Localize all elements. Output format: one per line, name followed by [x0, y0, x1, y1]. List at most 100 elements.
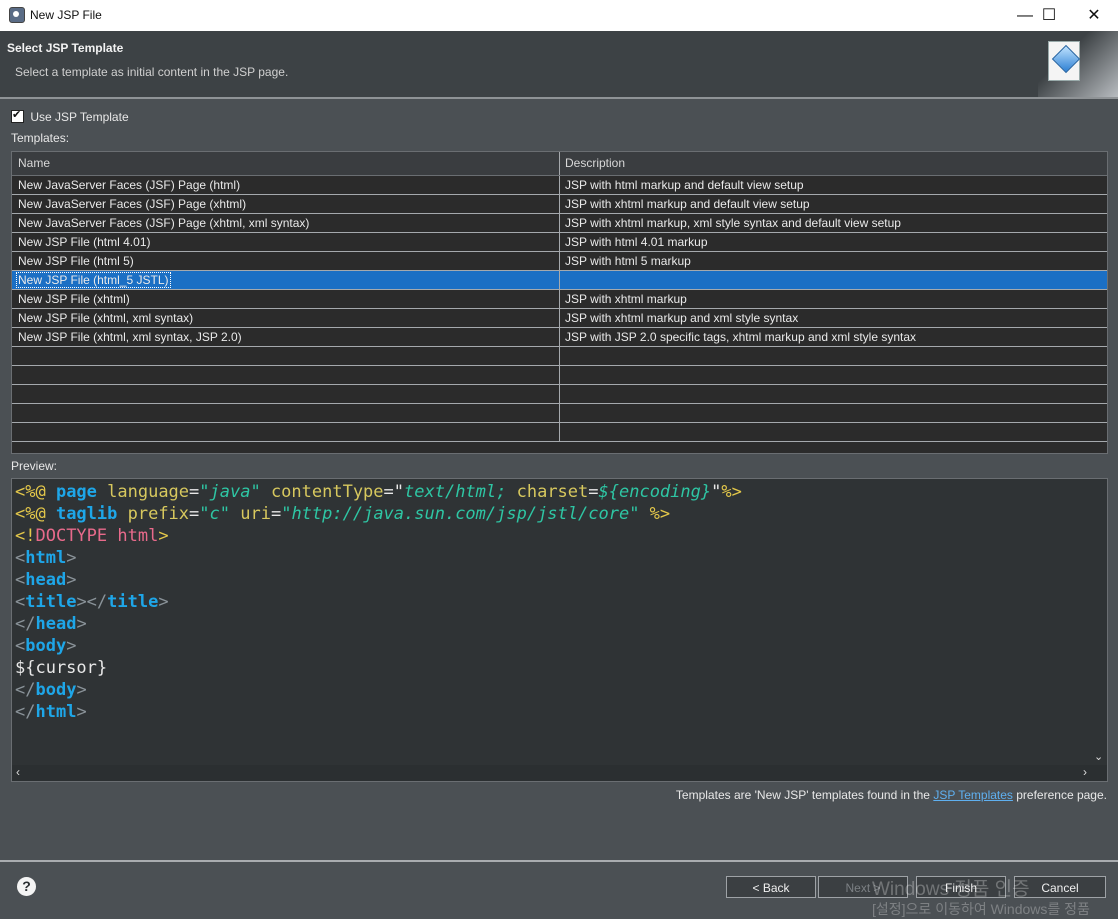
code-token: html — [117, 526, 159, 546]
preview-code: <%@ page language="java" contentType="te… — [15, 481, 742, 723]
horizontal-scrollbar[interactable]: ‹ › — [12, 765, 1107, 781]
code-token: = — [189, 504, 200, 524]
activation-watermark-title: Windows 정품 인증 — [872, 879, 1030, 900]
template-description-cell: JSP with xhtml markup, xml style syntax … — [565, 216, 901, 230]
code-token: = — [189, 482, 200, 502]
code-line: <title></title> — [15, 591, 742, 613]
code-line: <body> — [15, 635, 742, 657]
table-row[interactable]: New JavaServer Faces (JSF) Page (html) JS… — [12, 176, 1107, 195]
code-token: = — [270, 504, 282, 524]
table-row[interactable]: New JSP File (html_5 JSTL) — [12, 271, 1107, 290]
code-token: %> — [649, 504, 671, 524]
template-description-cell: JSP with xhtml markup and xml style synt… — [565, 311, 799, 325]
column-header-description[interactable]: Description — [565, 156, 625, 170]
code-token: > — [76, 702, 87, 722]
code-line: ${cursor} — [15, 657, 742, 679]
code-token: < — [15, 570, 26, 590]
code-token: charset — [516, 482, 589, 502]
code-token: <%@ — [15, 482, 56, 502]
code-token: "http://java.sun.com/jsp/jstl/core" — [281, 504, 650, 524]
wizard-banner-icon — [1038, 31, 1118, 97]
code-line: </body> — [15, 679, 742, 701]
use-template-label[interactable]: Use JSP Template — [30, 110, 128, 124]
code-token: <%@ — [15, 504, 56, 524]
code-token: %> — [721, 482, 742, 502]
code-line: <head> — [15, 569, 742, 591]
column-divider — [559, 385, 560, 403]
use-template-checkbox[interactable] — [11, 108, 24, 124]
table-row[interactable]: New JSP File (html 4.01) JSP with html 4.… — [12, 233, 1107, 252]
scroll-left-icon[interactable]: ‹ — [16, 765, 20, 779]
code-line: <html> — [15, 547, 742, 569]
code-token: html — [35, 702, 77, 722]
scroll-right-icon[interactable]: › — [1083, 765, 1087, 779]
code-token: ${cursor} — [15, 658, 108, 678]
column-divider — [559, 347, 560, 365]
code-line: </html> — [15, 701, 742, 723]
column-header-name[interactable]: Name — [18, 156, 50, 170]
templates-footer-note: Templates are 'New JSP' templates found … — [676, 788, 1107, 802]
vertical-scrollbar[interactable]: ⌄ — [1091, 479, 1107, 765]
jsp-templates-link[interactable]: JSP Templates — [933, 788, 1013, 802]
preview-pane[interactable]: <%@ page language="java" contentType="te… — [11, 478, 1108, 782]
window-title: New JSP File — [30, 8, 102, 22]
scroll-down-icon[interactable]: ⌄ — [1094, 750, 1103, 763]
code-token: "java" — [199, 482, 271, 502]
code-token: language — [107, 482, 190, 502]
page-title: Select JSP Template — [7, 41, 124, 55]
column-divider — [559, 404, 560, 422]
template-name-cell: New JSP File (html 4.01) — [18, 235, 151, 249]
help-icon[interactable]: ? — [17, 877, 36, 896]
code-token: </ — [15, 702, 36, 722]
code-token: title — [25, 592, 77, 612]
template-name-cell: New JSP File (html 5) — [18, 254, 134, 268]
code-token: body — [25, 636, 67, 656]
column-divider — [559, 176, 560, 194]
code-token: html — [25, 548, 67, 568]
code-token: ${encoding} — [598, 482, 712, 502]
table-row[interactable]: New JavaServer Faces (JSF) Page (xhtml) J… — [12, 195, 1107, 214]
column-divider — [559, 423, 560, 441]
code-line: <%@ taglib prefix="c" uri="http://java.s… — [15, 503, 742, 525]
code-token: body — [35, 680, 77, 700]
table-row[interactable]: New JSP File (xhtml) JSP with xhtml marku… — [12, 290, 1107, 309]
column-divider — [559, 290, 560, 308]
templates-table[interactable]: Name Description New JavaServer Faces (J… — [11, 151, 1108, 454]
column-divider — [559, 195, 560, 213]
template-name-cell: New JavaServer Faces (JSF) Page (xhtml, … — [18, 216, 310, 230]
code-token: > — [66, 570, 77, 590]
table-row[interactable]: New JavaServer Faces (JSF) Page (xhtml, … — [12, 214, 1107, 233]
code-token: title — [107, 592, 159, 612]
code-token: < — [15, 636, 26, 656]
code-line: <%@ page language="java" contentType="te… — [15, 481, 742, 503]
code-token: "c" — [199, 504, 241, 524]
wizard-header: Select JSP Template Select a template as… — [0, 31, 1118, 99]
activation-watermark-subtitle: [설정]으로 이동하여 Windows를 정품 — [872, 901, 1090, 917]
use-template-checkbox-row[interactable]: Use JSP Template — [11, 108, 129, 124]
code-token: uri — [240, 504, 271, 524]
maximize-button[interactable]: ☐ — [1026, 0, 1072, 31]
code-token: > — [76, 614, 87, 634]
table-row[interactable]: New JSP File (xhtml, xml syntax, JSP 2.0… — [12, 328, 1107, 347]
code-token: </ — [15, 614, 36, 634]
empty-table-row — [12, 385, 1107, 404]
code-token: head — [25, 570, 67, 590]
template-description-cell: JSP with html markup and default view se… — [565, 178, 804, 192]
template-description-cell: JSP with xhtml markup — [565, 292, 687, 306]
close-button[interactable]: ✕ — [1071, 0, 1117, 31]
footer-text-before: Templates are 'New JSP' templates found … — [675, 788, 934, 802]
table-row[interactable]: New JSP File (html 5) JSP with html 5 mar… — [12, 252, 1107, 271]
footer-separator — [0, 860, 1118, 862]
table-row[interactable]: New JSP File (xhtml, xml syntax) JSP with… — [12, 309, 1107, 328]
column-divider — [559, 328, 560, 346]
code-token: prefix — [127, 504, 190, 524]
column-divider — [559, 252, 560, 270]
code-line: <!DOCTYPE html> — [15, 525, 742, 547]
page-description: Select a template as initial content in … — [15, 65, 289, 79]
back-button[interactable]: < Back — [726, 876, 816, 898]
code-token: <! — [15, 526, 36, 546]
code-token: < — [15, 548, 26, 568]
template-name-cell: New JavaServer Faces (JSF) Page (html) — [18, 178, 241, 192]
code-token: ></ — [76, 592, 108, 612]
code-token: page — [55, 482, 108, 502]
